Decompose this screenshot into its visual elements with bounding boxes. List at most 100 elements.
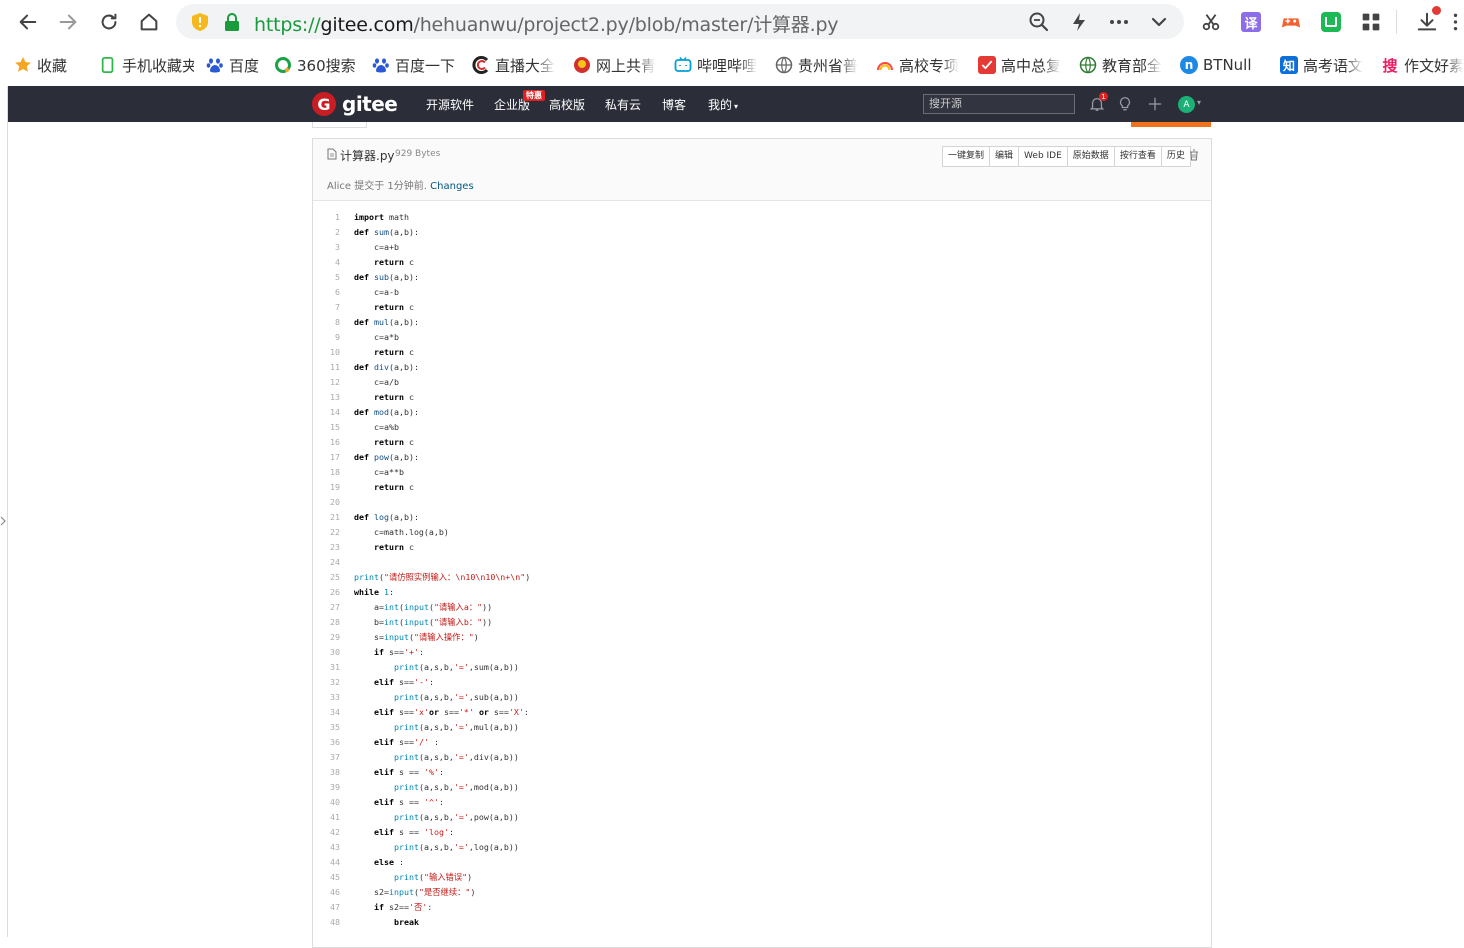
line-number[interactable]: 16 bbox=[313, 435, 340, 450]
line-number[interactable]: 44 bbox=[313, 855, 340, 870]
line-number[interactable]: 35 bbox=[313, 720, 340, 735]
line-number[interactable]: 27 bbox=[313, 600, 340, 615]
collapse-arrow-icon[interactable] bbox=[0, 516, 6, 526]
line-number[interactable]: 28 bbox=[313, 615, 340, 630]
bookmark-item[interactable]: 搜作文好素 bbox=[1381, 53, 1464, 77]
translate-icon[interactable]: 译 bbox=[1239, 10, 1263, 34]
line-number[interactable]: 5 bbox=[313, 270, 340, 285]
line-number[interactable]: 3 bbox=[313, 240, 340, 255]
nav-open-source[interactable]: 开源软件 bbox=[426, 96, 474, 113]
bookmark-item[interactable]: 手机收藏夹 bbox=[99, 53, 194, 77]
line-number[interactable]: 13 bbox=[313, 390, 340, 405]
lightbulb-icon[interactable] bbox=[1116, 95, 1134, 113]
line-number[interactable]: 1 bbox=[313, 210, 340, 225]
line-number[interactable]: 34 bbox=[313, 705, 340, 720]
line-number[interactable]: 30 bbox=[313, 645, 340, 660]
line-number[interactable]: 4 bbox=[313, 255, 340, 270]
line-number[interactable]: 2 bbox=[313, 225, 340, 240]
bookmark-item[interactable]: 360搜索 bbox=[274, 53, 358, 77]
url-text[interactable]: https://gitee.com/hehuanwu/project2.py/b… bbox=[254, 10, 839, 37]
line-number[interactable]: 7 bbox=[313, 300, 340, 315]
line-number[interactable]: 8 bbox=[313, 315, 340, 330]
bookmark-item[interactable]: 知高考语文 bbox=[1280, 53, 1368, 77]
line-number[interactable]: 10 bbox=[313, 345, 340, 360]
line-number[interactable]: 39 bbox=[313, 780, 340, 795]
bookmark-item[interactable]: 哔哩哔哩 bbox=[674, 53, 762, 77]
web-ide-button[interactable]: Web IDE bbox=[1018, 147, 1067, 166]
line-number[interactable]: 31 bbox=[313, 660, 340, 675]
line-number[interactable]: 11 bbox=[313, 360, 340, 375]
line-number[interactable]: 43 bbox=[313, 840, 340, 855]
line-number[interactable]: 20 bbox=[313, 495, 340, 510]
changes-link[interactable]: Changes bbox=[430, 181, 474, 192]
line-number[interactable]: 42 bbox=[313, 825, 340, 840]
line-number[interactable]: 15 bbox=[313, 420, 340, 435]
line-number[interactable]: 48 bbox=[313, 915, 340, 930]
forward-button[interactable] bbox=[54, 8, 82, 36]
line-number[interactable]: 26 bbox=[313, 585, 340, 600]
line-number[interactable]: 38 bbox=[313, 765, 340, 780]
line-number[interactable]: 21 bbox=[313, 510, 340, 525]
scissors-icon[interactable] bbox=[1199, 10, 1223, 34]
line-number[interactable]: 17 bbox=[313, 450, 340, 465]
orange-button-partial[interactable] bbox=[1131, 122, 1211, 127]
gitee-logo[interactable]: G gitee bbox=[312, 92, 398, 116]
more-dots-icon[interactable] bbox=[1108, 11, 1130, 33]
plus-icon[interactable] bbox=[1146, 95, 1164, 113]
download-icon[interactable] bbox=[1415, 6, 1441, 34]
line-number[interactable]: 45 bbox=[313, 870, 340, 885]
line-number[interactable]: 32 bbox=[313, 675, 340, 690]
bookmark-item[interactable]: 收藏▼ bbox=[14, 53, 84, 77]
bookmark-item[interactable]: 高中总复 bbox=[978, 53, 1066, 77]
menu-dots-icon[interactable] bbox=[1449, 10, 1461, 34]
line-number[interactable]: 19 bbox=[313, 480, 340, 495]
line-number[interactable]: 33 bbox=[313, 690, 340, 705]
blame-button[interactable]: 按行查看 bbox=[1113, 147, 1161, 166]
line-number[interactable]: 6 bbox=[313, 285, 340, 300]
commit-author[interactable]: Alice bbox=[327, 181, 351, 192]
copy-all-button[interactable]: 一键复制 bbox=[943, 147, 989, 166]
line-number[interactable]: 40 bbox=[313, 795, 340, 810]
user-avatar[interactable]: A bbox=[1178, 96, 1195, 113]
back-button[interactable] bbox=[14, 8, 42, 36]
line-number[interactable]: 12 bbox=[313, 375, 340, 390]
line-number[interactable]: 23 bbox=[313, 540, 340, 555]
line-number[interactable]: 14 bbox=[313, 405, 340, 420]
bookmark-item[interactable]: 贵州省普 bbox=[775, 53, 863, 77]
edit-button[interactable]: 编辑 bbox=[989, 147, 1018, 166]
line-number[interactable]: 29 bbox=[313, 630, 340, 645]
bookmark-item[interactable]: 直播大全 bbox=[472, 53, 558, 77]
address-bar[interactable]: https://gitee.com/hehuanwu/project2.py/b… bbox=[176, 4, 1184, 39]
line-number[interactable]: 46 bbox=[313, 885, 340, 900]
raw-button[interactable]: 原始数据 bbox=[1066, 147, 1114, 166]
bookmark-item[interactable]: 网上共青 bbox=[573, 53, 661, 77]
line-number[interactable]: 9 bbox=[313, 330, 340, 345]
line-number[interactable]: 18 bbox=[313, 465, 340, 480]
bookmark-item[interactable]: 百度一下 bbox=[372, 53, 460, 77]
bookmark-item[interactable]: 百度 bbox=[206, 53, 264, 77]
book-icon[interactable] bbox=[1319, 10, 1343, 34]
apps-grid-icon[interactable] bbox=[1359, 10, 1383, 34]
line-number[interactable]: 22 bbox=[313, 525, 340, 540]
game-controller-icon[interactable] bbox=[1279, 10, 1303, 34]
nav-blog[interactable]: 博客 bbox=[662, 96, 686, 113]
reload-button[interactable] bbox=[95, 8, 123, 36]
trash-icon[interactable] bbox=[1189, 149, 1199, 161]
shield-icon[interactable] bbox=[190, 12, 210, 32]
line-number[interactable]: 36 bbox=[313, 735, 340, 750]
home-button[interactable] bbox=[135, 8, 163, 36]
search-input[interactable]: 搜开源 bbox=[923, 94, 1075, 114]
zoom-search-icon[interactable] bbox=[1028, 11, 1050, 33]
bookmark-item[interactable]: n BTNull bbox=[1180, 53, 1264, 77]
history-button[interactable]: 历史 bbox=[1160, 147, 1190, 166]
bell-icon[interactable]: 1 bbox=[1088, 92, 1108, 113]
nav-university[interactable]: 高校版 bbox=[549, 96, 585, 113]
line-number[interactable]: 25 bbox=[313, 570, 340, 585]
nav-private-cloud[interactable]: 私有云 bbox=[605, 96, 641, 113]
bookmark-item[interactable]: 教育部全 bbox=[1079, 53, 1167, 77]
lightning-icon[interactable] bbox=[1068, 11, 1090, 33]
line-number[interactable]: 37 bbox=[313, 750, 340, 765]
chevron-down-icon[interactable] bbox=[1148, 11, 1170, 33]
nav-mine[interactable]: 我的 ▾ bbox=[708, 96, 738, 113]
line-number[interactable]: 47 bbox=[313, 900, 340, 915]
